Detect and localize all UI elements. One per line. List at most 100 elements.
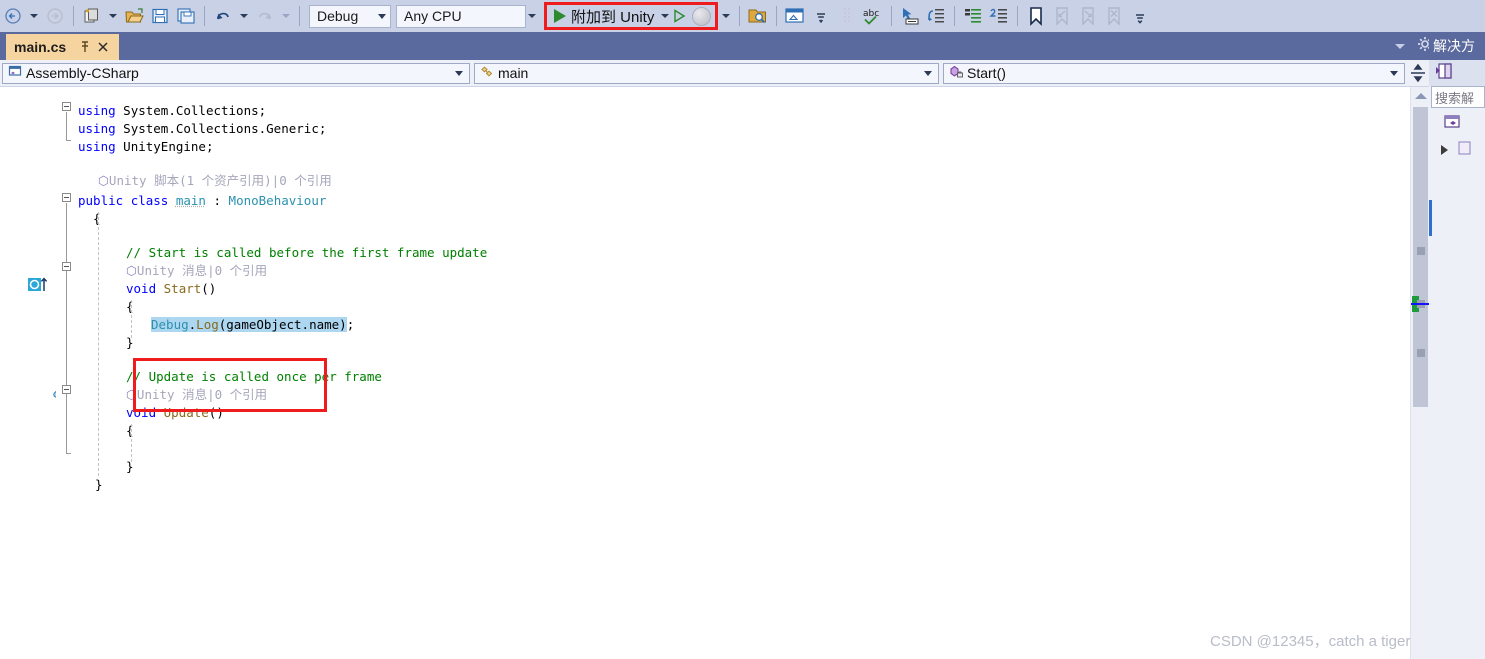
- token-namespace-collections: System.Collections;: [123, 103, 267, 118]
- close-tab-icon[interactable]: [95, 39, 111, 55]
- redo-icon[interactable]: [253, 4, 277, 28]
- token-debug: Debug: [151, 317, 189, 332]
- watermark-text: CSDN @12345，catch a tiger: [1210, 633, 1411, 650]
- find-in-files-icon[interactable]: [746, 4, 770, 28]
- search-placeholder: 搜索解: [1435, 90, 1475, 106]
- window-layout-dropdown-icon[interactable]: [809, 4, 833, 28]
- dock-highlight-bar: [1429, 200, 1432, 236]
- collapse-using-block[interactable]: [62, 102, 71, 111]
- clear-bookmarks-icon[interactable]: [1102, 4, 1126, 28]
- previous-bookmark-icon[interactable]: [1050, 4, 1074, 28]
- outlining-margin[interactable]: [56, 87, 78, 659]
- outline-stub: [66, 140, 71, 141]
- project-node-row[interactable]: [1429, 138, 1485, 162]
- code-line-debug-log[interactable]: Debug.Log(gameObject.name);: [151, 316, 354, 334]
- token-namespace-generic: System.Collections.Generic;: [123, 121, 327, 136]
- solution-platform-dropdown[interactable]: Any CPU: [396, 4, 526, 28]
- token-log: Log: [196, 317, 219, 332]
- new-project-icon[interactable]: [80, 4, 104, 28]
- redo-dropdown-icon[interactable]: [282, 14, 290, 18]
- token-update-method: Update: [163, 405, 209, 420]
- bookmark-icon[interactable]: [1024, 4, 1048, 28]
- scroll-up-arrow-icon[interactable]: [1415, 93, 1427, 99]
- token-parens: (): [201, 281, 217, 296]
- solution-explorer-panel[interactable]: 解决方 搜索解: [1429, 32, 1485, 659]
- start-debug-play-icon[interactable]: [554, 9, 566, 23]
- solution-platform-value: Any CPU: [404, 8, 462, 24]
- split-editor-icon[interactable]: [1407, 63, 1429, 83]
- codelens-update[interactable]: ⬡Unity 消息|0 个引用: [126, 386, 267, 404]
- token-semicolon: ;: [346, 317, 355, 332]
- comment-selection-icon[interactable]: [961, 4, 985, 28]
- project-node-icon: [1458, 140, 1472, 161]
- code-line-start-close-brace: }: [126, 334, 134, 352]
- collapse-class-block[interactable]: [62, 193, 71, 202]
- attach-to-unity-group[interactable]: 附加到 Unity: [544, 2, 719, 30]
- solution-explorer-icon[interactable]: [1435, 62, 1455, 85]
- hot-reload-dropdown-icon[interactable]: [722, 14, 731, 18]
- navigate-back-dropdown-icon[interactable]: [30, 14, 38, 18]
- solution-node-row[interactable]: [1429, 112, 1485, 136]
- token-class: class: [130, 193, 169, 208]
- navbar-member-dropdown[interactable]: Start(): [943, 62, 1405, 84]
- navbar-type-dropdown[interactable]: main: [474, 62, 939, 84]
- main-toolbar: Debug Any CPU 附加到 Unity abc: [0, 0, 1485, 32]
- outline-stub-class: [66, 453, 71, 454]
- save-all-icon[interactable]: [174, 4, 198, 28]
- open-file-icon[interactable]: [122, 4, 146, 28]
- code-line-1: using System.Collections;: [78, 102, 266, 120]
- editor-vertical-scrollbar[interactable]: [1410, 87, 1430, 659]
- spellcheck-abc-icon[interactable]: abc: [861, 4, 885, 28]
- navigate-back-icon[interactable]: [1, 4, 25, 28]
- hot-reload-icon[interactable]: [692, 6, 712, 26]
- navbar-project-value: Assembly-CSharp: [26, 65, 139, 81]
- undo-icon[interactable]: [211, 4, 235, 28]
- solution-platform-dropdown-icon[interactable]: [528, 14, 536, 18]
- token-namespace-unity: UnityEngine;: [123, 139, 214, 154]
- navigate-to-icon[interactable]: [898, 4, 922, 28]
- window-layout-icon[interactable]: [783, 4, 807, 28]
- navigate-forward-icon[interactable]: [43, 4, 67, 28]
- navbar-project-dropdown[interactable]: Assembly-CSharp: [2, 62, 470, 84]
- solution-configuration-dropdown[interactable]: Debug: [309, 4, 391, 28]
- token-void-2: void: [126, 405, 157, 420]
- increase-indent-icon[interactable]: [924, 4, 948, 28]
- token-using-2: using: [78, 121, 116, 136]
- token-brace-open-2: {: [126, 299, 134, 314]
- scrollbar-marker-lower: [1417, 349, 1425, 357]
- solution-configuration-value: Debug: [317, 8, 359, 24]
- start-without-debugging-icon[interactable]: [673, 9, 686, 23]
- code-line-comment-start: // Start is called before the first fram…: [126, 244, 487, 262]
- tab-main-cs[interactable]: main.cs: [6, 34, 120, 60]
- toolbar-separator-2: [204, 6, 205, 26]
- solution-explorer-search-input[interactable]: 搜索解: [1431, 86, 1485, 108]
- navbar-type-value: main: [498, 65, 529, 81]
- save-icon[interactable]: [148, 4, 172, 28]
- next-bookmark-icon[interactable]: [1076, 4, 1100, 28]
- tab-bar-controls: [1395, 32, 1433, 60]
- collapse-update-method[interactable]: [62, 385, 71, 394]
- unity-codelens-icon[interactable]: [28, 277, 48, 298]
- scrollbar-thumb[interactable]: [1413, 107, 1428, 407]
- scrollbar-marker-upper: [1417, 247, 1425, 255]
- undo-dropdown-icon[interactable]: [240, 14, 248, 18]
- token-parens-2: (): [208, 405, 224, 420]
- chevron-down-icon: [924, 70, 932, 76]
- expand-arrow-icon[interactable]: [1441, 145, 1448, 155]
- code-line-start-open-brace: {: [126, 298, 134, 316]
- codelens-start[interactable]: ⬡Unity 消息|0 个引用: [126, 262, 267, 280]
- code-line-comment-update: // Update is called once per frame: [126, 368, 382, 386]
- new-project-dropdown-icon[interactable]: [109, 14, 117, 18]
- attach-target-dropdown-icon[interactable]: [661, 14, 670, 18]
- collapse-start-method[interactable]: [62, 262, 71, 271]
- code-editor[interactable]: using System.Collections; using System.C…: [0, 87, 1410, 659]
- code-text-area[interactable]: using System.Collections; using System.C…: [78, 87, 1410, 659]
- token-colon: :: [205, 193, 229, 208]
- toolbar-overflow-icon[interactable]: [1128, 4, 1152, 28]
- tab-list-dropdown-icon[interactable]: [1395, 43, 1405, 49]
- uncomment-selection-icon[interactable]: [987, 4, 1011, 28]
- indent-guide-1: [98, 212, 99, 476]
- codelens-class[interactable]: ⬡Unity 脚本(1 个资产引用)|0 个引用: [98, 172, 332, 190]
- pin-tab-icon[interactable]: [77, 39, 93, 55]
- indent-guide-2: [131, 300, 132, 338]
